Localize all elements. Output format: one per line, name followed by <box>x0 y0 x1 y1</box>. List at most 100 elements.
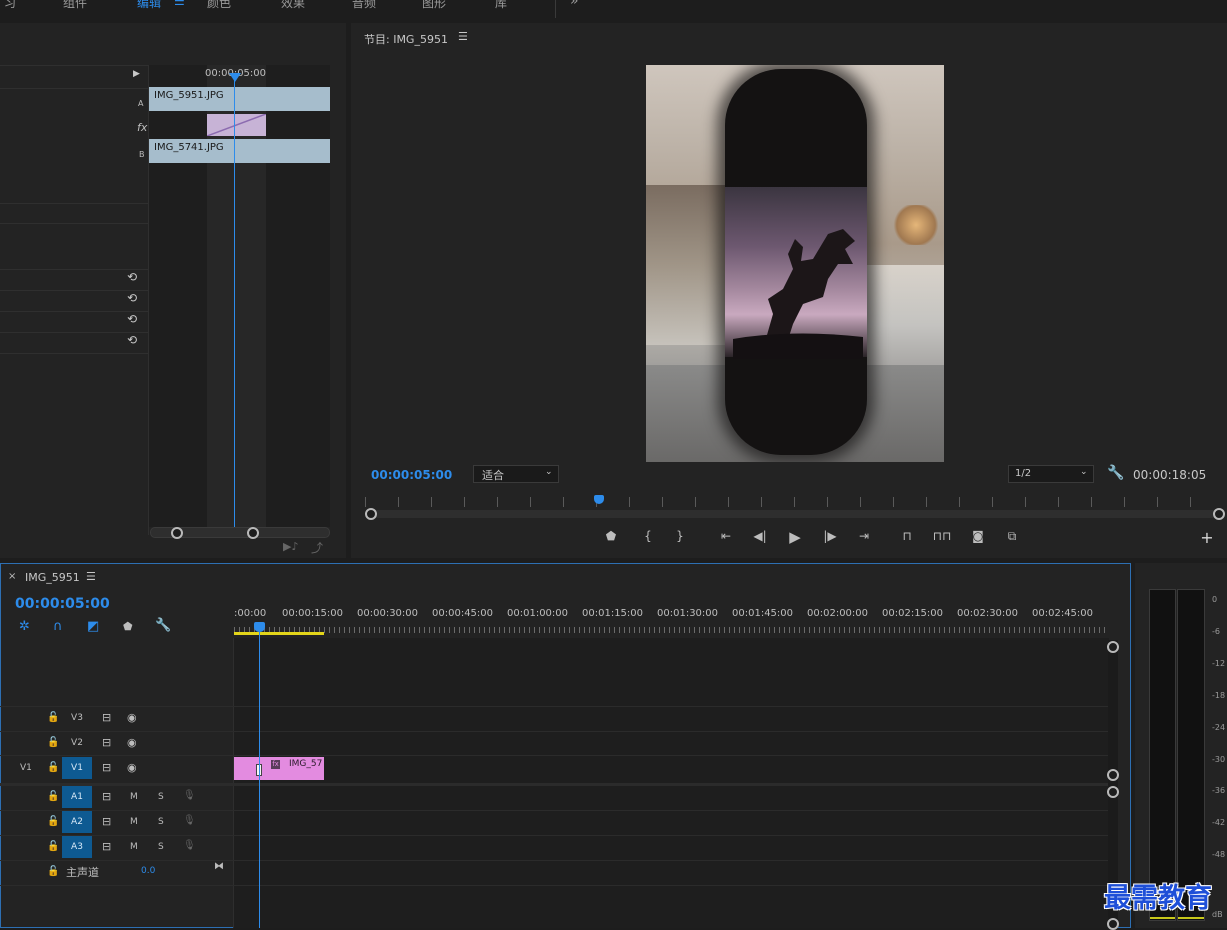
workspace-overflow-button[interactable]: » <box>570 0 579 9</box>
timeline-ruler-ticks[interactable] <box>234 627 1108 633</box>
timeline-playhead-marker[interactable] <box>254 622 265 632</box>
export-icon[interactable]: ⤴ <box>311 539 323 556</box>
wrench-icon[interactable]: 🔧 <box>155 618 171 633</box>
eye-icon[interactable]: ◉ <box>127 736 137 749</box>
mute-button[interactable]: M <box>130 792 138 802</box>
compare-view-button[interactable]: ⧉ <box>1002 529 1022 544</box>
sync-lock-icon[interactable]: ⊟ <box>102 711 111 724</box>
scrub-handle-left[interactable] <box>365 508 377 520</box>
eye-icon[interactable]: ◉ <box>127 711 137 724</box>
lock-icon[interactable]: 🔓 <box>47 816 59 827</box>
reset-icon[interactable]: ⟲ <box>127 333 137 347</box>
play-audio-icon[interactable]: ▶♪ <box>283 540 298 553</box>
vscroll-handle-audio[interactable] <box>1107 786 1119 798</box>
reset-icon[interactable]: ⟲ <box>127 312 137 326</box>
resolution-select[interactable]: 1/2 ⌄ <box>1008 465 1094 483</box>
step-forward-button[interactable]: |▶ <box>820 529 840 543</box>
scrub-handle-right[interactable] <box>1213 508 1225 520</box>
timeline-current-time[interactable]: 00:00:05:00 <box>15 596 110 612</box>
sequence-tab[interactable]: IMG_5951 <box>25 571 80 584</box>
program-monitor-title[interactable]: 节目: IMG_5951 <box>364 31 448 47</box>
sync-lock-icon[interactable]: ⊟ <box>102 761 111 774</box>
workspace-tab-graphics[interactable]: 图形 <box>422 0 446 11</box>
wrench-icon[interactable]: 🔧 <box>1107 465 1124 481</box>
microphone-icon[interactable]: 🎙 <box>183 790 196 801</box>
lock-icon[interactable]: 🔓 <box>47 712 59 723</box>
timeline-playhead-line[interactable] <box>259 630 260 928</box>
workspace-tab-color[interactable]: 颜色 <box>207 0 231 11</box>
add-marker-button[interactable]: ⬟ <box>601 529 621 543</box>
solo-button[interactable]: S <box>158 817 164 827</box>
lock-icon[interactable]: 🔓 <box>47 866 59 877</box>
go-to-out-button[interactable]: ⇥ <box>854 529 874 543</box>
vscroll-handle-mid[interactable] <box>1107 769 1119 781</box>
go-to-in-button[interactable]: ⇤ <box>716 529 736 543</box>
solo-button[interactable]: S <box>158 842 164 852</box>
step-back-button[interactable]: ◀| <box>750 529 770 543</box>
program-scrub-ruler[interactable] <box>365 497 1217 507</box>
ec-playhead-marker[interactable] <box>229 73 241 82</box>
linked-selection-icon[interactable]: ◩ <box>87 619 99 634</box>
vscroll-handle-top[interactable] <box>1107 641 1119 653</box>
workspace-tab-libraries[interactable]: 库 <box>495 0 507 11</box>
source-patch-v1[interactable]: V1 <box>20 763 32 773</box>
panel-menu-icon[interactable]: ☰ <box>458 30 468 43</box>
workspace-tab-assembly[interactable]: 组件 <box>63 0 87 11</box>
mute-button[interactable]: M <box>130 817 138 827</box>
lock-icon[interactable]: 🔓 <box>47 791 59 802</box>
sync-lock-icon[interactable]: ⊟ <box>102 815 111 828</box>
add-button[interactable]: + <box>1197 528 1217 547</box>
hamburger-icon[interactable]: ☰ <box>174 0 185 8</box>
sync-lock-icon[interactable]: ⊟ <box>102 736 111 749</box>
program-current-time[interactable]: 00:00:05:00 <box>371 468 452 482</box>
nest-icon[interactable]: ✲ <box>19 619 30 634</box>
ruler-label: 00:00:15:00 <box>282 608 344 619</box>
play-button[interactable]: ▶ <box>785 528 805 546</box>
reset-icon[interactable]: ⟲ <box>127 270 137 284</box>
camera-icon[interactable]: ◙ <box>968 529 988 543</box>
zoom-select[interactable]: 适合 ⌄ <box>473 465 559 483</box>
vscroll-handle-bottom[interactable] <box>1107 918 1119 930</box>
master-track-value[interactable]: 0.0 <box>141 866 155 876</box>
go-to-end-icon[interactable]: ⧓ <box>214 861 224 872</box>
track-target-a1[interactable]: A1 <box>62 786 92 808</box>
ec-scroll-handle-left[interactable] <box>171 527 183 539</box>
panel-menu-icon[interactable]: ☰ <box>86 570 96 583</box>
workspace-tab-effects[interactable]: 效果 <box>281 0 305 11</box>
program-video-frame[interactable] <box>646 65 944 462</box>
mark-out-button[interactable]: } <box>670 529 690 543</box>
mark-in-button[interactable]: { <box>638 529 658 543</box>
timeline-clip-v1[interactable]: fx IMG_57 <box>234 757 324 780</box>
ec-transition-block[interactable] <box>207 114 266 136</box>
solo-button[interactable]: S <box>158 792 164 802</box>
ec-clip-a[interactable]: IMG_5951.JPG <box>149 87 330 111</box>
track-target-a2[interactable]: A2 <box>62 811 92 833</box>
extract-button[interactable]: ⊓⊓ <box>932 529 952 543</box>
sync-lock-icon[interactable]: ⊟ <box>102 840 111 853</box>
work-area-bar[interactable] <box>234 632 324 635</box>
ec-clip-b[interactable]: IMG_5741.JPG <box>149 139 330 163</box>
microphone-icon[interactable]: 🎙 <box>183 840 196 851</box>
workspace-tab-learn[interactable]: 习 <box>4 0 16 11</box>
workspace-tab-editing[interactable]: 编辑 <box>137 0 161 11</box>
lock-icon[interactable]: 🔓 <box>47 737 59 748</box>
close-icon[interactable]: × <box>8 571 16 582</box>
reset-icon[interactable]: ⟲ <box>127 291 137 305</box>
track-target-v2[interactable]: V2 <box>62 732 92 754</box>
lock-icon[interactable]: 🔓 <box>47 762 59 773</box>
ec-scroll-handle-right[interactable] <box>247 527 259 539</box>
mute-button[interactable]: M <box>130 842 138 852</box>
add-marker-icon[interactable]: ⬟ <box>123 620 133 633</box>
ec-playhead-line[interactable] <box>234 79 235 527</box>
lift-button[interactable]: ⊓ <box>897 529 917 543</box>
lock-icon[interactable]: 🔓 <box>47 841 59 852</box>
snap-icon[interactable]: ∩ <box>53 619 63 634</box>
track-target-v1[interactable]: V1 <box>62 757 92 779</box>
program-scrub-track[interactable] <box>369 510 1217 518</box>
track-target-a3[interactable]: A3 <box>62 836 92 858</box>
sync-lock-icon[interactable]: ⊟ <box>102 790 111 803</box>
track-target-v3[interactable]: V3 <box>62 707 92 729</box>
microphone-icon[interactable]: 🎙 <box>183 815 196 826</box>
workspace-tab-audio[interactable]: 音频 <box>352 0 376 11</box>
eye-icon[interactable]: ◉ <box>127 761 137 774</box>
